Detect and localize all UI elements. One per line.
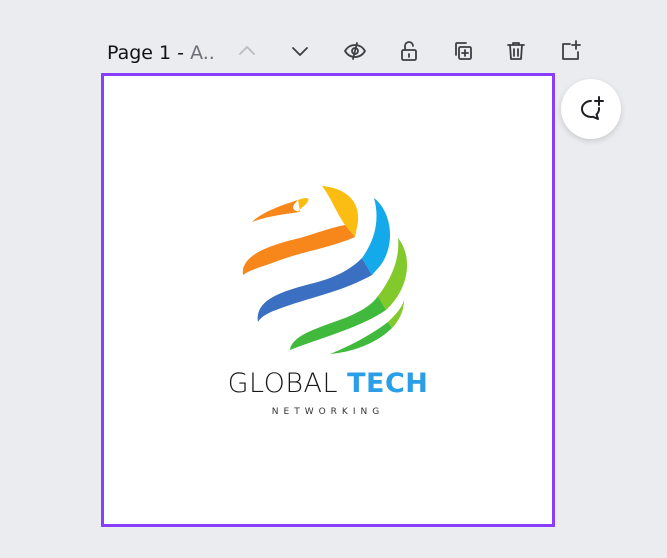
page-title[interactable]: Page 1 - A.. — [107, 42, 215, 64]
globe-logo-mark — [242, 186, 408, 354]
page-label: Page 1 - — [107, 42, 191, 64]
move-page-down-button[interactable] — [285, 36, 315, 66]
design-canvas[interactable]: GLOBAL TECH NETWORKING — [101, 73, 555, 527]
unlock-icon — [401, 41, 417, 61]
add-comment-button[interactable] — [561, 79, 621, 139]
logo-wordmark: GLOBAL TECH — [104, 368, 552, 399]
eye-hidden-icon — [344, 42, 366, 60]
lock-page-button[interactable] — [394, 36, 424, 66]
move-page-up-button[interactable] — [232, 36, 262, 66]
duplicate-icon — [455, 42, 472, 60]
logo-tagline: NETWORKING — [271, 407, 385, 417]
add-page-icon — [562, 40, 581, 60]
delete-page-button[interactable] — [501, 36, 531, 66]
add-comment-icon — [581, 96, 604, 120]
hide-page-button[interactable] — [340, 36, 370, 66]
trash-icon — [507, 42, 525, 60]
chevron-down-icon — [292, 47, 308, 56]
logo-word-global: GLOBAL — [227, 368, 339, 399]
logo-word-tech: TECH — [347, 368, 429, 399]
add-page-button[interactable] — [555, 36, 585, 66]
page-toolbar: Page 1 - A.. — [107, 38, 215, 68]
page-name: A.. — [190, 42, 215, 64]
duplicate-page-button[interactable] — [448, 36, 478, 66]
chevron-up-icon — [239, 46, 255, 55]
